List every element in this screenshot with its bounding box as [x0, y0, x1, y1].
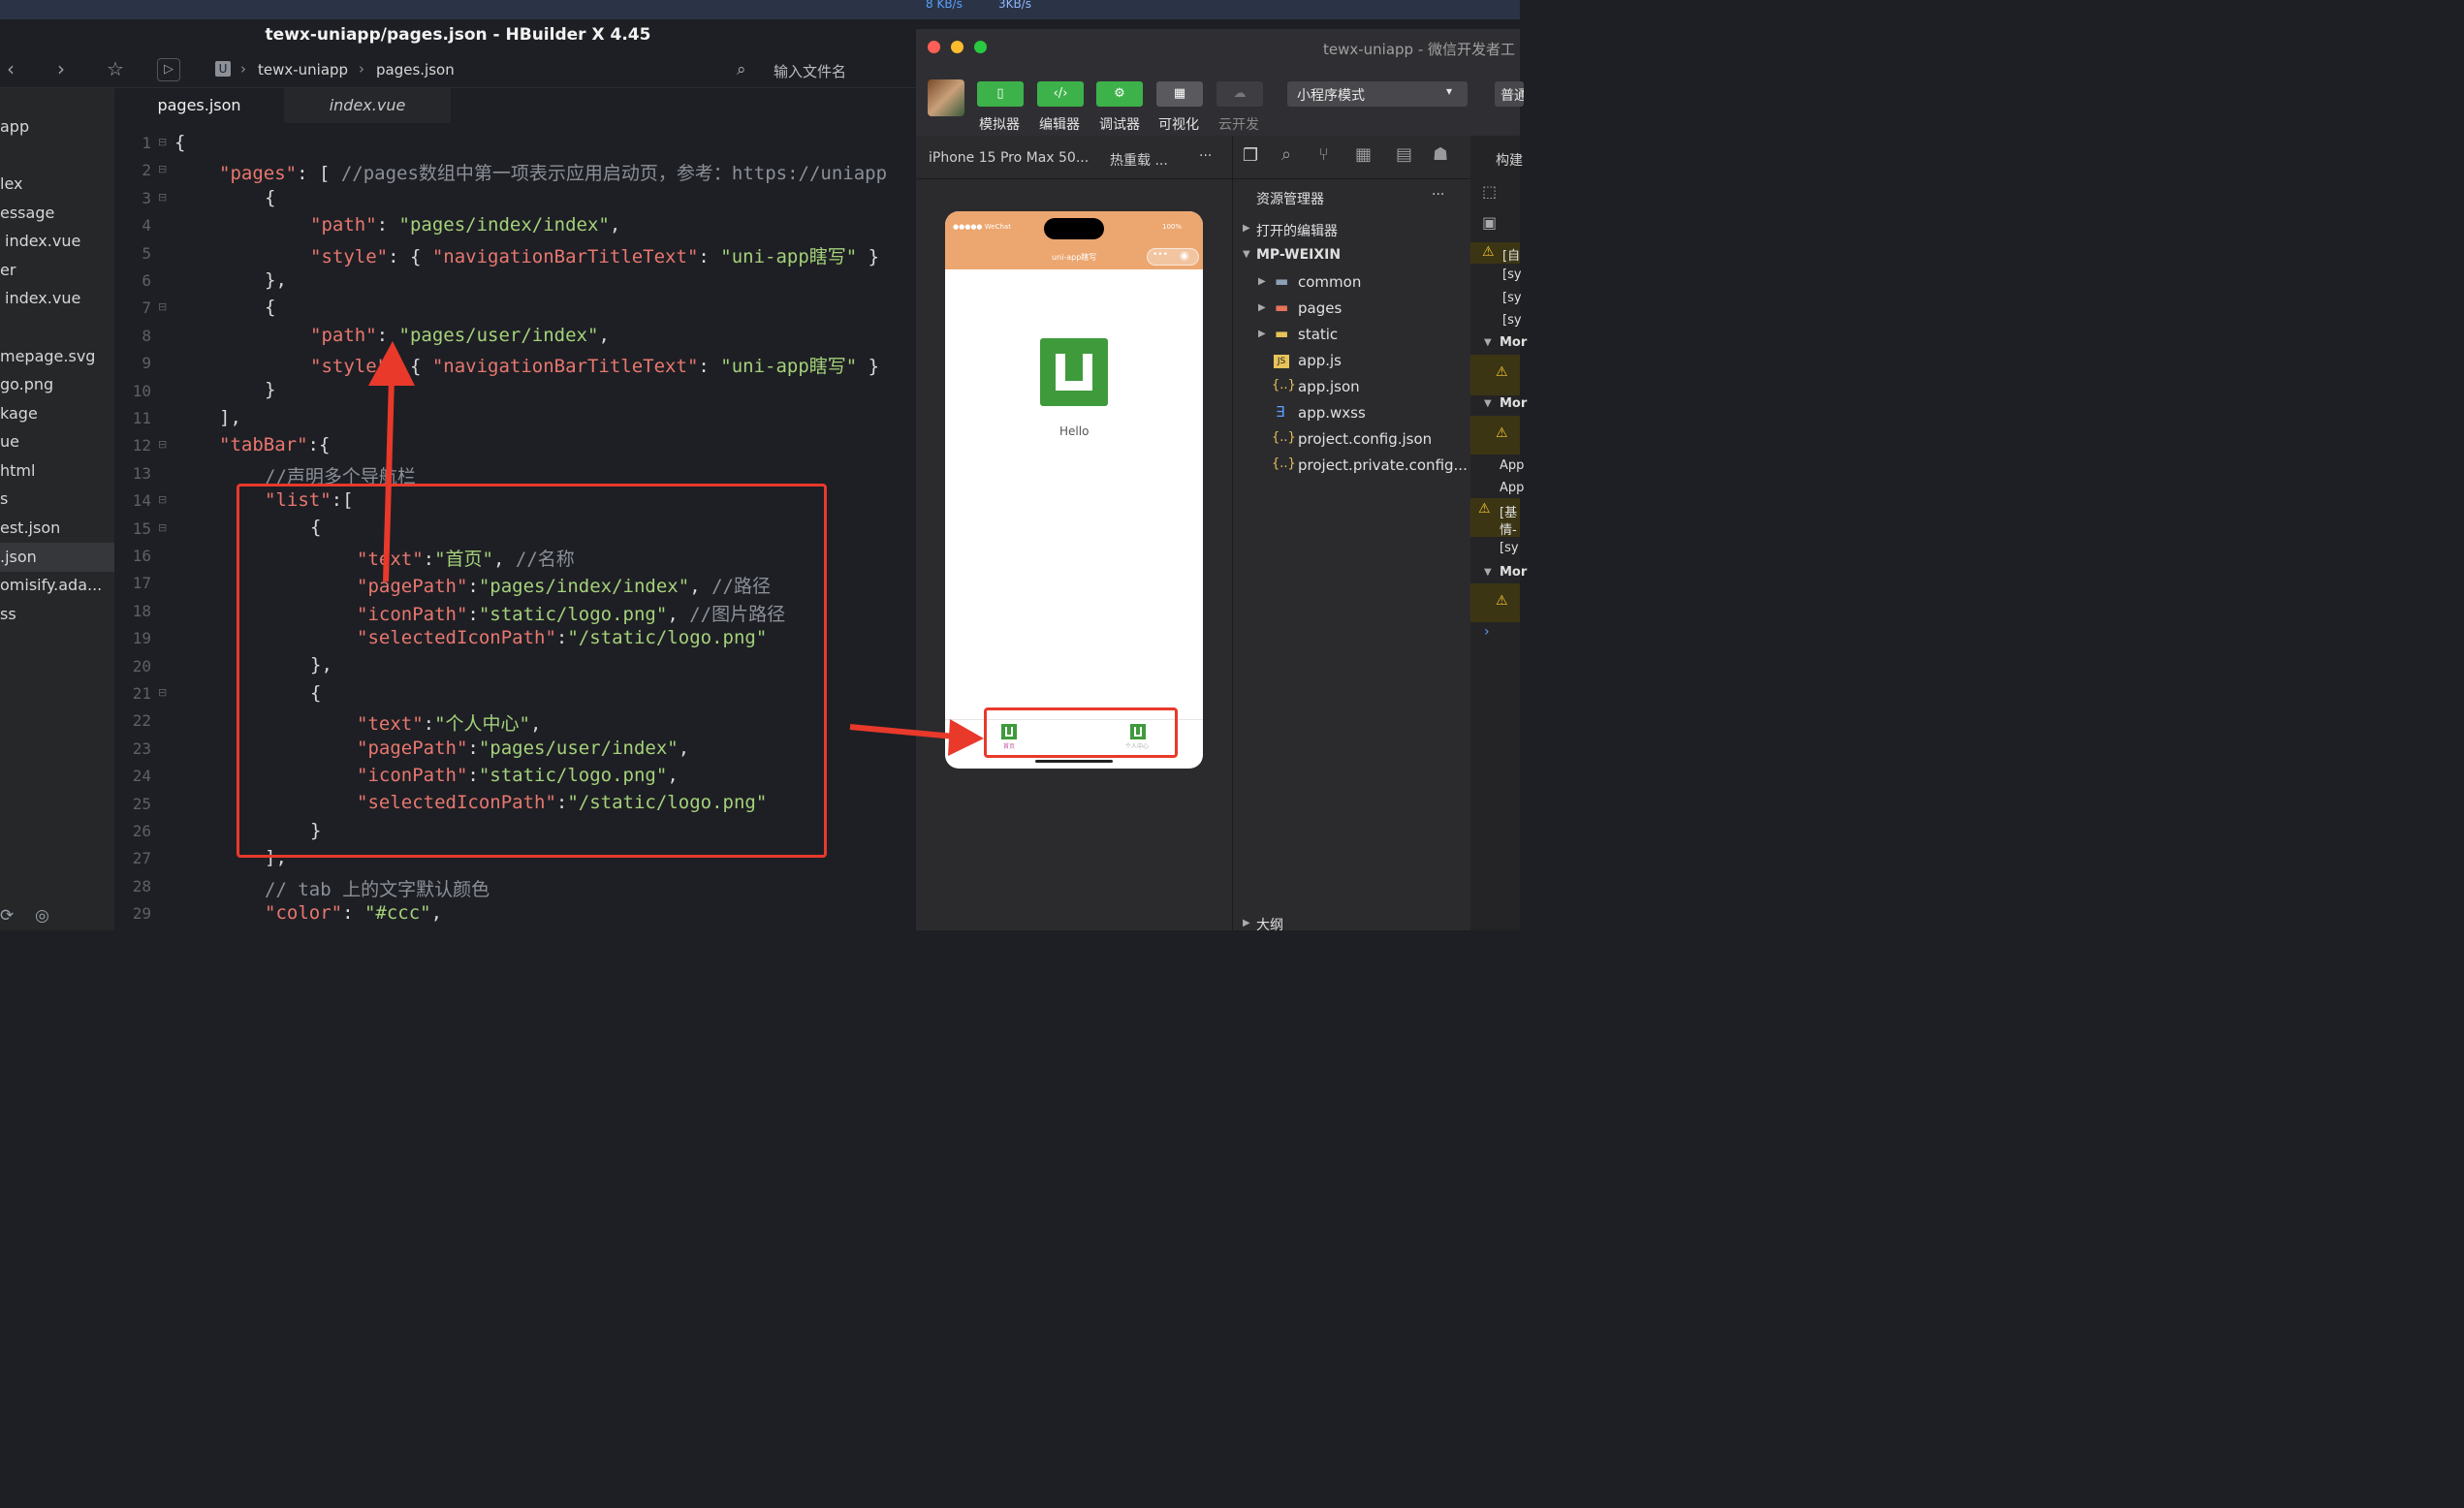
arrow-up-head	[368, 341, 415, 386]
arrow-right-head	[948, 719, 984, 756]
arrow-up-line	[383, 377, 395, 582]
arrow-right-line	[849, 724, 956, 739]
annotation-arrows	[368, 341, 984, 756]
